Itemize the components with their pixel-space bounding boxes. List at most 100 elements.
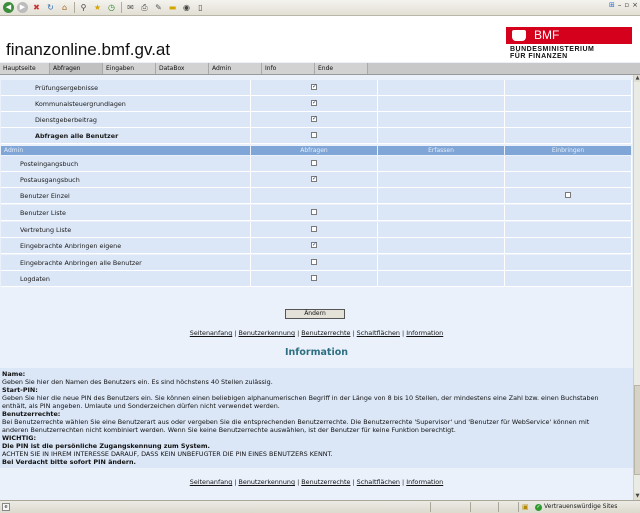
nav-item-eingaben[interactable]: Eingaben bbox=[103, 63, 156, 74]
history-icon[interactable]: ◷ bbox=[106, 2, 117, 13]
permission-label: Eingebrachte Anbringen alle Benutzer bbox=[20, 259, 142, 267]
abfragen-checkbox[interactable]: ✓ bbox=[311, 242, 317, 248]
abfragen-checkbox[interactable] bbox=[311, 259, 317, 265]
link-separator: | bbox=[297, 329, 300, 337]
permission-label: Benutzer Einzel bbox=[20, 192, 70, 200]
folder-icon[interactable]: ▬ bbox=[167, 2, 178, 13]
security-zone: ✓ Vertrauenswürdige Sites bbox=[535, 503, 617, 511]
table-row: Vertretung Liste bbox=[1, 222, 632, 238]
link-schaltflaechen[interactable]: Schaltflächen bbox=[357, 329, 400, 337]
einbringen-checkbox[interactable] bbox=[565, 192, 571, 198]
link-separator: | bbox=[234, 478, 237, 486]
refresh-icon[interactable]: ↻ bbox=[45, 2, 56, 13]
ministry-name: BUNDESMINISTERIUM FÜR FINANZEN bbox=[510, 46, 594, 60]
stop-icon[interactable]: ✖ bbox=[31, 2, 42, 13]
abfragen-checkbox[interactable]: ✓ bbox=[311, 100, 317, 106]
home-icon[interactable]: ⌂ bbox=[59, 2, 70, 13]
permission-label: Kommunalsteuergrundlagen bbox=[35, 100, 126, 108]
minimize-button[interactable]: – bbox=[618, 1, 622, 9]
table-row: Eingebrachte Anbringen eigene ✓ bbox=[1, 238, 632, 254]
nav-item-admin[interactable]: Admin bbox=[209, 63, 262, 74]
status-divider bbox=[470, 502, 471, 512]
table-row: Logdaten bbox=[1, 271, 632, 287]
permission-label: Logdaten bbox=[20, 275, 50, 283]
link-seitenanfang[interactable]: Seitenanfang bbox=[190, 329, 233, 337]
info-line: Die PIN ist die persönliche Zugangskennu… bbox=[2, 442, 210, 450]
column-header-erfassen: Erfassen bbox=[378, 146, 505, 155]
nav-item-hauptseite[interactable]: Hauptseite bbox=[0, 63, 50, 74]
check-icon: ✓ bbox=[535, 503, 542, 511]
info-line: Start-PIN: bbox=[2, 386, 38, 394]
abfragen-checkbox[interactable]: ✓ bbox=[311, 84, 317, 90]
scroll-thumb[interactable] bbox=[634, 385, 640, 475]
lock-icon: ▣ bbox=[522, 503, 529, 511]
close-button[interactable]: × bbox=[632, 1, 638, 9]
link-benutzerrechte[interactable]: Benutzerrechte bbox=[301, 478, 350, 486]
permission-label: Eingebrachte Anbringen eigene bbox=[20, 242, 122, 250]
table-row: Eingebrachte Anbringen alle Benutzer bbox=[1, 255, 632, 271]
link-benutzerkennung[interactable]: Benutzerkennung bbox=[239, 329, 296, 337]
link-information[interactable]: Information bbox=[406, 329, 443, 337]
table-row: Kommunalsteuergrundlagen ✓ bbox=[1, 96, 632, 112]
abfragen-checkbox[interactable] bbox=[311, 275, 317, 281]
windows-logo-icon: ⊞ bbox=[609, 1, 615, 9]
status-divider bbox=[498, 502, 499, 512]
scroll-down-icon[interactable]: ▼ bbox=[634, 493, 640, 500]
link-schaltflaechen[interactable]: Schaltflächen bbox=[357, 478, 400, 486]
scroll-up-icon[interactable]: ▲ bbox=[634, 75, 640, 82]
nav-item-abfragen[interactable]: Abfragen bbox=[50, 63, 103, 74]
edit-icon[interactable]: ✎ bbox=[153, 2, 164, 13]
nav-item-ende[interactable]: Ende bbox=[315, 63, 368, 74]
link-separator: | bbox=[234, 329, 237, 337]
info-line: Bei Verdacht bitte sofort PIN ändern. bbox=[2, 458, 136, 466]
link-seitenanfang[interactable]: Seitenanfang bbox=[190, 478, 233, 486]
nav-item-info[interactable]: Info bbox=[262, 63, 315, 74]
link-benutzerkennung[interactable]: Benutzerkennung bbox=[239, 478, 296, 486]
permission-label: Vertretung Liste bbox=[20, 226, 72, 234]
aendern-button[interactable]: Ändern bbox=[285, 309, 345, 319]
mail-icon[interactable]: ✉ bbox=[125, 2, 136, 13]
bmf-logo-text: BMF bbox=[534, 28, 560, 42]
main-nav: Hauptseite Abfragen Eingaben DataBox Adm… bbox=[0, 63, 640, 75]
abfragen-checkbox[interactable] bbox=[311, 132, 317, 138]
restore-button[interactable]: ▫ bbox=[624, 1, 629, 9]
info-line: Geben Sie hier die neue PIN des Benutzer… bbox=[2, 394, 599, 402]
favorites-icon[interactable]: ★ bbox=[92, 2, 103, 13]
permission-label: Abfragen alle Benutzer bbox=[35, 132, 119, 140]
discuss-icon[interactable]: ▯ bbox=[195, 2, 206, 13]
site-title: finanzonline.bmf.gv.at bbox=[6, 40, 171, 59]
info-line: Benutzerrechte: bbox=[2, 410, 61, 418]
window-controls: ⊞ – ▫ × bbox=[609, 1, 638, 9]
link-separator: | bbox=[352, 478, 355, 486]
abfragen-checkbox[interactable] bbox=[311, 160, 317, 166]
link-benutzerrechte[interactable]: Benutzerrechte bbox=[301, 329, 350, 337]
information-heading: Information bbox=[284, 347, 349, 358]
link-separator: | bbox=[402, 329, 405, 337]
vertical-scrollbar[interactable]: ▲ ▼ bbox=[633, 75, 640, 500]
print-icon[interactable]: ⎙ bbox=[139, 2, 150, 13]
link-separator: | bbox=[352, 329, 355, 337]
abfragen-checkbox[interactable] bbox=[311, 209, 317, 215]
abfragen-checkbox[interactable] bbox=[311, 226, 317, 232]
info-line: anderen Benutzerrechten nicht kombiniert… bbox=[2, 426, 456, 434]
info-line: WICHTIG: bbox=[2, 434, 37, 442]
permission-label: Dienstgeberbeitrag bbox=[35, 116, 97, 124]
search-icon[interactable]: ⚲ bbox=[78, 2, 89, 13]
eagle-icon bbox=[512, 30, 526, 41]
browser-toolbar: ◀ ▶ ✖ ↻ ⌂ ⚲ ★ ◷ ✉ ⎙ ✎ ▬ ◉ ▯ ⊞ – ▫ × bbox=[0, 0, 640, 16]
abfragen-checkbox[interactable]: ✓ bbox=[311, 176, 317, 182]
status-divider bbox=[518, 502, 519, 512]
nav-item-databox[interactable]: DataBox bbox=[156, 63, 209, 74]
table-row: Postausgangsbuch ✓ bbox=[1, 172, 632, 188]
admin-section-header: Admin Abfragen Erfassen Einbringen bbox=[1, 146, 632, 155]
permission-label: Posteingangsbuch bbox=[20, 160, 79, 168]
link-bar-bottom: Seitenanfang | Benutzerkennung | Benutze… bbox=[0, 478, 633, 486]
link-bar-top: Seitenanfang | Benutzerkennung | Benutze… bbox=[0, 329, 633, 337]
link-information[interactable]: Information bbox=[406, 478, 443, 486]
abfragen-checkbox[interactable]: ✓ bbox=[311, 116, 317, 122]
status-bar: e ▣ ✓ Vertrauenswürdige Sites bbox=[0, 500, 640, 513]
forward-icon[interactable]: ▶ bbox=[17, 2, 28, 13]
back-icon[interactable]: ◀ bbox=[3, 2, 14, 13]
messenger-icon[interactable]: ◉ bbox=[181, 2, 192, 13]
column-header-einbringen: Einbringen bbox=[505, 146, 632, 155]
